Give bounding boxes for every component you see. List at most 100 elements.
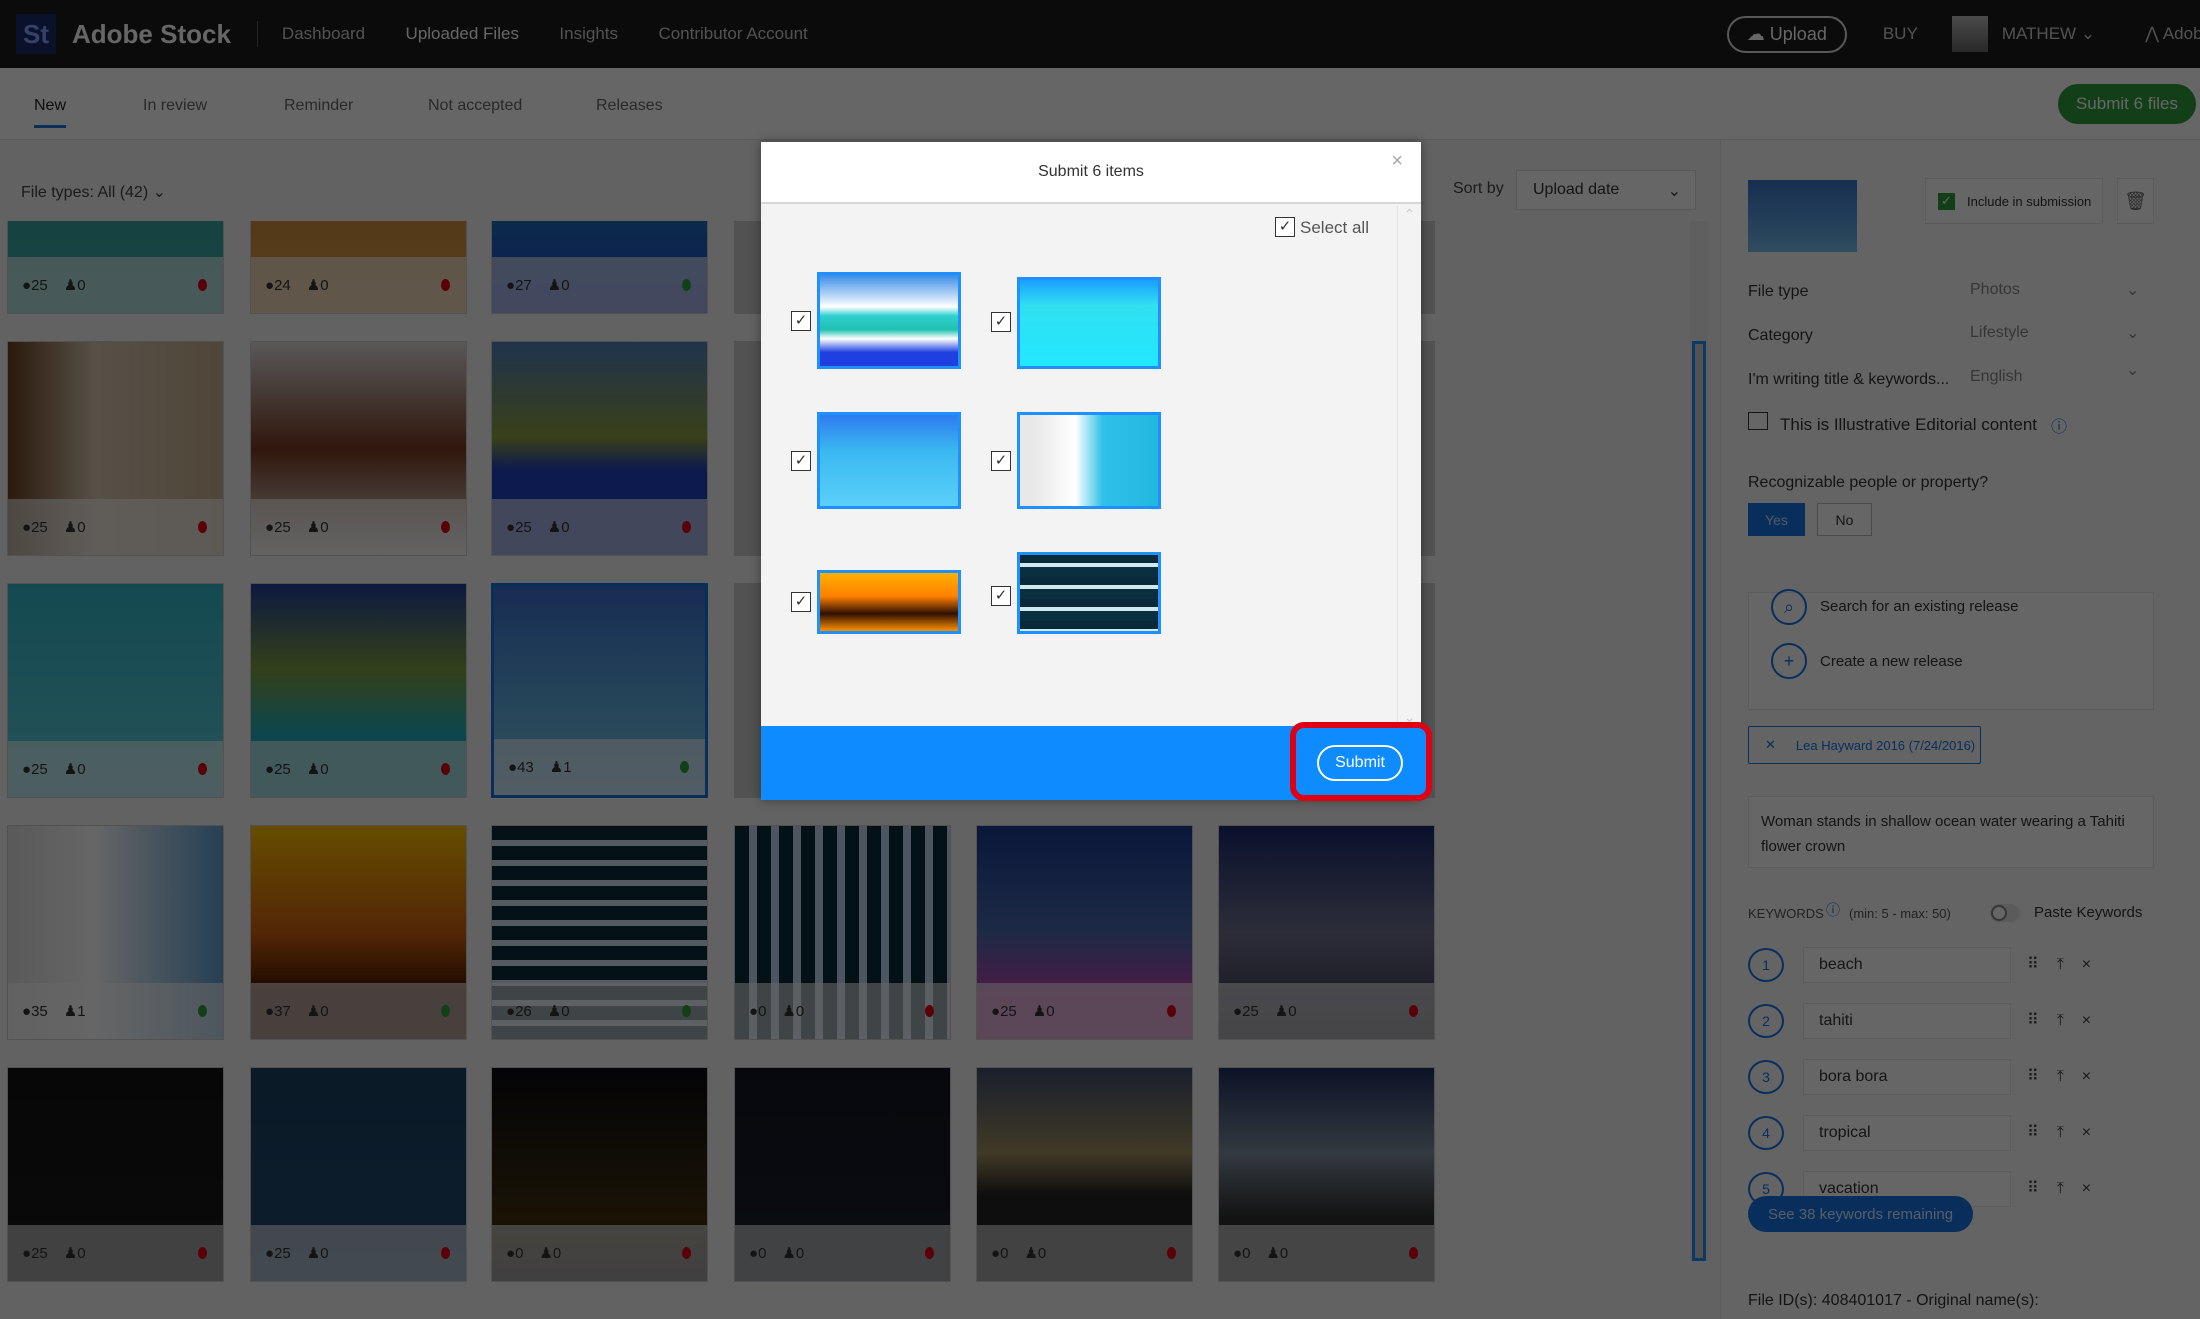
nav-uploaded-files[interactable]: Uploaded Files bbox=[406, 24, 519, 43]
drag-handle-icon[interactable]: ⠿ bbox=[2027, 1124, 2057, 1141]
item-checkbox[interactable]: ✓ bbox=[991, 312, 1011, 332]
item-checkbox[interactable]: ✓ bbox=[791, 451, 811, 471]
keyword-number: 1 bbox=[1748, 948, 1784, 982]
close-icon[interactable]: × bbox=[2082, 1012, 2109, 1029]
drag-handle-icon[interactable]: ⠿ bbox=[2027, 1012, 2057, 1029]
user-menu[interactable]: MATHEW ⌄ bbox=[2002, 24, 2095, 44]
grid-scrollbar[interactable] bbox=[1690, 221, 1708, 1261]
adobe-stock-logo[interactable]: St bbox=[16, 14, 56, 54]
category-select[interactable]: Lifestyle bbox=[1970, 324, 2029, 342]
file-tile[interactable]: ● 35 ♟ 1 bbox=[7, 825, 224, 1040]
file-tile[interactable]: ● 25 ♟ 0 bbox=[976, 825, 1193, 1040]
item-checkbox[interactable]: ✓ bbox=[791, 311, 811, 331]
adobe-link[interactable]: ⋀ Adobe bbox=[2145, 24, 2200, 44]
drag-handle-icon[interactable]: ⠿ bbox=[2027, 1068, 2057, 1085]
drag-handle-icon[interactable]: ⠿ bbox=[2027, 956, 2057, 973]
file-type-select[interactable]: Photos bbox=[1970, 281, 2020, 299]
no-button[interactable]: No bbox=[1817, 503, 1872, 536]
file-tile[interactable]: ● 25 ♟ 0 bbox=[7, 1067, 224, 1282]
close-icon[interactable]: × bbox=[2082, 1124, 2109, 1141]
select-all-label: Select all bbox=[1300, 218, 1369, 237]
move-to-top-icon[interactable]: ⤒ bbox=[2057, 956, 2082, 973]
status-dot bbox=[1167, 1247, 1176, 1259]
tag-icon: ● bbox=[749, 1244, 759, 1262]
move-to-top-icon[interactable]: ⤒ bbox=[2057, 1012, 2082, 1029]
submit-files-button[interactable]: Submit 6 files bbox=[2057, 84, 2196, 124]
keyword-input[interactable]: tropical bbox=[1803, 1115, 2011, 1151]
file-tile[interactable]: ● 25 ♟ 0 bbox=[250, 341, 467, 556]
dialog-scrollbar[interactable]: ⌃ ⌄ bbox=[1397, 206, 1421, 726]
select-all-checkbox[interactable]: ✓ bbox=[1275, 217, 1295, 237]
see-remaining-keywords-button[interactable]: See 38 keywords remaining bbox=[1748, 1196, 1973, 1232]
file-tile[interactable]: ● 25 ♟ 0 bbox=[491, 341, 708, 556]
file-tile[interactable]: ● 0 ♟ 0 bbox=[976, 1067, 1193, 1282]
file-types-filter[interactable]: File types: All (42) ⌄ bbox=[21, 182, 166, 202]
file-tile[interactable]: ● 24 ♟ 0 bbox=[250, 221, 467, 314]
buy-link[interactable]: BUY bbox=[1883, 24, 1918, 44]
include-in-submission-checkbox[interactable]: ✓ Include in submission bbox=[1925, 178, 2103, 224]
brand-name[interactable]: Adobe Stock bbox=[72, 19, 231, 50]
file-tile[interactable]: ● 25 ♟ 0 bbox=[7, 341, 224, 556]
chevron-up-icon[interactable]: ⌃ bbox=[1398, 206, 1421, 223]
file-tile[interactable]: ● 0 ♟ 0 bbox=[734, 825, 951, 1040]
tag-icon: ● bbox=[991, 1002, 1001, 1020]
keyword-input[interactable]: beach bbox=[1803, 947, 2011, 983]
nav-contributor-account[interactable]: Contributor Account bbox=[658, 24, 807, 43]
search-release-link[interactable]: Search for an existing release bbox=[1820, 598, 2018, 615]
chevron-down-icon: ⌄ bbox=[152, 184, 167, 201]
file-tile[interactable]: ● 26 ♟ 0 bbox=[491, 825, 708, 1040]
close-icon[interactable]: × bbox=[1391, 150, 1403, 173]
create-release-link[interactable]: Create a new release bbox=[1820, 653, 1963, 670]
tile-info: ● 43 ♟ 1 bbox=[494, 739, 705, 795]
keyword-input[interactable]: tahiti bbox=[1803, 1003, 2011, 1039]
drag-handle-icon[interactable]: ⠿ bbox=[2027, 1180, 2057, 1197]
tab-releases[interactable]: Releases bbox=[596, 97, 663, 115]
info-icon[interactable]: ⓘ bbox=[2051, 413, 2067, 437]
item-checkbox[interactable]: ✓ bbox=[991, 586, 1011, 606]
language-select[interactable]: English bbox=[1970, 368, 2022, 386]
upload-button[interactable]: ☁ Upload bbox=[1726, 15, 1847, 53]
file-tile[interactable]: ● 0 ♟ 0 bbox=[734, 1067, 951, 1282]
file-tile[interactable]: ● 0 ♟ 0 bbox=[1218, 1067, 1435, 1282]
yes-button[interactable]: Yes bbox=[1748, 503, 1805, 536]
tab-not-accepted[interactable]: Not accepted bbox=[428, 97, 522, 115]
close-icon[interactable]: × bbox=[2082, 1180, 2109, 1197]
close-icon[interactable]: ✕ bbox=[1765, 737, 1776, 753]
file-tile[interactable]: ● 25 ♟ 0 bbox=[250, 583, 467, 798]
nav-insights[interactable]: Insights bbox=[559, 24, 618, 43]
keyword-input[interactable]: bora bora bbox=[1803, 1059, 2011, 1095]
item-checkbox[interactable]: ✓ bbox=[991, 451, 1011, 471]
file-tile[interactable]: ● 25 ♟ 0 bbox=[250, 1067, 467, 1282]
item-checkbox[interactable]: ✓ bbox=[791, 592, 811, 612]
scrollbar-thumb[interactable] bbox=[1692, 341, 1706, 1261]
sort-select[interactable]: Upload date ⌄ bbox=[1516, 170, 1696, 210]
file-tile[interactable]: ● 37 ♟ 0 bbox=[250, 825, 467, 1040]
file-tile[interactable]: ● 25 ♟ 0 bbox=[7, 221, 224, 314]
close-icon[interactable]: × bbox=[2082, 1068, 2109, 1085]
paste-keywords-toggle[interactable] bbox=[1990, 904, 2020, 922]
file-tile[interactable]: ● 25 ♟ 0 bbox=[7, 583, 224, 798]
tab-new[interactable]: New bbox=[34, 97, 67, 128]
tab-in-review[interactable]: In review bbox=[143, 97, 207, 115]
plus-icon[interactable]: + bbox=[1771, 643, 1807, 679]
file-tile[interactable]: ● 0 ♟ 0 bbox=[491, 1067, 708, 1282]
trash-icon[interactable]: 🗑 bbox=[2117, 178, 2154, 224]
avatar[interactable] bbox=[1951, 16, 1988, 52]
move-to-top-icon[interactable]: ⤒ bbox=[2057, 1068, 2082, 1085]
search-icon[interactable]: ⌕ bbox=[1771, 589, 1807, 625]
file-tile[interactable]: ● 25 ♟ 0 bbox=[1218, 825, 1435, 1040]
info-icon[interactable]: ⓘ bbox=[1826, 900, 1840, 920]
editorial-checkbox[interactable] bbox=[1748, 412, 1768, 430]
release-tag[interactable]: ✕ Lea Hayward 2016 (7/24/2016) bbox=[1748, 726, 1981, 764]
file-tile[interactable]: ● 43 ♟ 1 bbox=[491, 583, 708, 798]
file-tile[interactable]: ● 27 ♟ 0 bbox=[491, 221, 708, 314]
keyword-count: 25 bbox=[31, 760, 48, 778]
move-to-top-icon[interactable]: ⤒ bbox=[2057, 1180, 2082, 1197]
title-input[interactable]: Woman stands in shallow ocean water wear… bbox=[1748, 796, 2154, 868]
move-to-top-icon[interactable]: ⤒ bbox=[2057, 1124, 2082, 1141]
people-icon: ♟ bbox=[547, 277, 562, 294]
nav-dashboard[interactable]: Dashboard bbox=[282, 24, 365, 43]
submit-button[interactable]: Submit bbox=[1317, 745, 1403, 781]
tab-reminder[interactable]: Reminder bbox=[284, 97, 353, 115]
close-icon[interactable]: × bbox=[2082, 956, 2109, 973]
